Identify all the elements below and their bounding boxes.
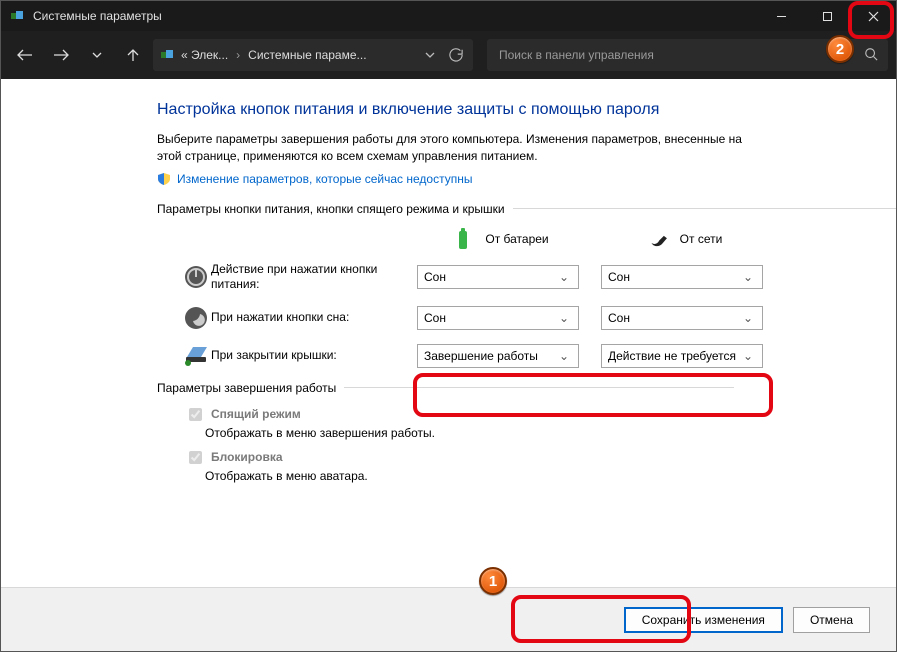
lid-battery-select[interactable]: Завершение работы⌄ bbox=[417, 344, 579, 368]
titlebar: Системные параметры bbox=[1, 1, 896, 31]
forward-button[interactable] bbox=[45, 39, 77, 71]
row-power-label: Действие при нажатии кнопки питания: bbox=[211, 262, 417, 293]
cancel-button[interactable]: Отмена bbox=[793, 607, 870, 633]
chevron-down-icon: ⌄ bbox=[740, 270, 756, 284]
intro-text: Выберите параметры завершения работы для… bbox=[157, 131, 757, 166]
opt-sleep-desc: Отображать в меню завершения работы. bbox=[205, 426, 896, 440]
chevron-right-icon: › bbox=[234, 48, 242, 62]
search-input[interactable] bbox=[497, 47, 858, 63]
search-icon[interactable] bbox=[864, 47, 878, 64]
minimize-button[interactable] bbox=[758, 1, 804, 31]
sleep-ac-select[interactable]: Сон⌄ bbox=[601, 306, 763, 330]
opt-sleep-label: Спящий режим bbox=[211, 407, 301, 421]
column-battery-label: От батареи bbox=[485, 232, 548, 246]
row-sleep-label: При нажатии кнопки сна: bbox=[211, 310, 417, 326]
annotation-badge-2: 2 bbox=[826, 35, 854, 63]
address-bar[interactable]: « Элек... › Системные параме... bbox=[153, 39, 473, 71]
power-battery-select[interactable]: Сон⌄ bbox=[417, 265, 579, 289]
chevron-down-icon: ⌄ bbox=[740, 349, 756, 363]
chevron-down-icon: ⌄ bbox=[556, 311, 572, 325]
content-area: Настройка кнопок питания и включение защ… bbox=[1, 79, 896, 587]
sleep-battery-select[interactable]: Сон⌄ bbox=[417, 306, 579, 330]
sleep-button-icon bbox=[181, 305, 211, 331]
section-shutdown-label: Параметры завершения работы bbox=[157, 381, 336, 395]
back-button[interactable] bbox=[9, 39, 41, 71]
page-title: Настройка кнопок питания и включение защ… bbox=[157, 101, 896, 119]
navbar: « Элек... › Системные параме... bbox=[1, 31, 896, 79]
app-icon bbox=[9, 8, 25, 24]
uac-shield-icon bbox=[157, 172, 171, 186]
chevron-down-icon: ⌄ bbox=[556, 270, 572, 284]
lid-ac-select[interactable]: Действие не требуется⌄ bbox=[601, 344, 763, 368]
opt-sleep-checkbox: Спящий режим bbox=[185, 405, 301, 424]
power-ac-select[interactable]: Сон⌄ bbox=[601, 265, 763, 289]
breadcrumb-1[interactable]: « Элек... bbox=[181, 48, 228, 62]
opt-lock-input bbox=[189, 451, 202, 464]
section-power-buttons-label: Параметры кнопки питания, кнопки спящего… bbox=[157, 202, 505, 216]
up-button[interactable] bbox=[117, 39, 149, 71]
divider bbox=[513, 208, 896, 209]
close-button[interactable] bbox=[850, 1, 896, 31]
refresh-button[interactable] bbox=[445, 48, 467, 62]
column-ac-label: От сети bbox=[680, 232, 723, 246]
footer: Сохранить изменения Отмена bbox=[1, 587, 896, 651]
row-lid-label: При закрытии крышки: bbox=[211, 348, 417, 364]
power-button-icon bbox=[181, 264, 211, 290]
chevron-down-icon: ⌄ bbox=[556, 349, 572, 363]
ac-plug-icon bbox=[650, 226, 670, 252]
battery-icon bbox=[455, 226, 475, 252]
opt-sleep-input bbox=[189, 408, 202, 421]
recent-dropdown[interactable] bbox=[81, 39, 113, 71]
uac-link[interactable]: Изменение параметров, которые сейчас нед… bbox=[177, 172, 473, 186]
opt-lock-checkbox: Блокировка bbox=[185, 448, 283, 467]
location-icon bbox=[159, 47, 175, 63]
laptop-lid-icon bbox=[181, 343, 211, 369]
breadcrumb-2[interactable]: Системные параме... bbox=[248, 48, 366, 62]
annotation-badge-1: 1 bbox=[479, 567, 507, 595]
window-title: Системные параметры bbox=[33, 9, 162, 23]
save-button[interactable]: Сохранить изменения bbox=[624, 607, 783, 633]
divider bbox=[344, 387, 734, 388]
opt-lock-label: Блокировка bbox=[211, 450, 283, 464]
chevron-down-icon: ⌄ bbox=[740, 311, 756, 325]
maximize-button[interactable] bbox=[804, 1, 850, 31]
opt-lock-desc: Отображать в меню аватара. bbox=[205, 469, 896, 483]
address-dropdown-icon[interactable] bbox=[421, 50, 439, 60]
